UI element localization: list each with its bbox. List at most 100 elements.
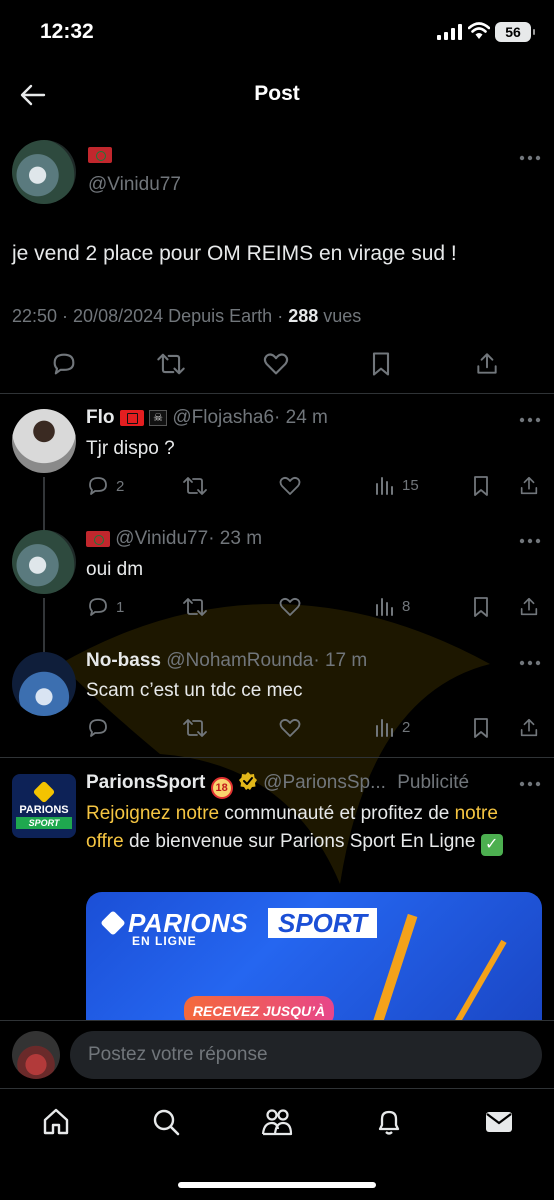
post-actions	[0, 350, 554, 390]
banner-subtitle: EN LIGNE	[132, 934, 197, 948]
views-count: 15	[402, 476, 419, 494]
repost-icon[interactable]	[182, 716, 208, 740]
ad-link[interactable]: Rejoignez notre	[86, 803, 219, 824]
share-icon[interactable]	[474, 350, 500, 378]
reply-handle[interactable]: @Vinidu77	[115, 528, 208, 549]
bookmark-icon[interactable]	[368, 350, 394, 378]
messages-icon[interactable]	[484, 1107, 514, 1137]
views-count: 288	[288, 306, 319, 326]
logo-text-bottom: SPORT	[16, 817, 72, 829]
share-icon[interactable]	[518, 716, 540, 740]
reply-time: · 23 m	[208, 528, 263, 549]
reply-avatar[interactable]	[12, 652, 76, 716]
reply-author-name[interactable]: No-bass	[86, 650, 161, 671]
like-icon[interactable]	[278, 595, 302, 619]
verified-badge-icon	[238, 771, 258, 791]
banner-cta: RECEVEZ JUSQU’À	[184, 996, 334, 1020]
author-avatar[interactable]	[12, 140, 76, 204]
top-header: Post	[0, 66, 554, 124]
reply-avatar[interactable]	[12, 409, 76, 473]
post-thread: @Vinidu77 je vend 2 place pour OM REIMS …	[0, 124, 554, 1020]
views-label: vues	[318, 306, 362, 326]
bookmark-icon[interactable]	[470, 474, 492, 498]
banner-diamond-icon	[100, 910, 126, 936]
home-icon[interactable]	[41, 1107, 71, 1137]
pirate-flag-icon: ☠	[149, 409, 168, 426]
reply-time: · 24 m	[274, 407, 328, 428]
author-handle[interactable]: @Vinidu77	[88, 174, 181, 196]
home-indicator	[178, 1182, 376, 1188]
reply-actions: 2	[86, 716, 546, 742]
views-icon[interactable]: 15	[374, 474, 419, 496]
ad-banner-image[interactable]: PARIONS SPORT EN LIGNE RECEVEZ JUSQU’À	[86, 892, 542, 1020]
like-icon[interactable]	[278, 716, 302, 740]
reply-icon[interactable]: 1	[86, 595, 124, 619]
advertiser-handle[interactable]: @ParionsSp...	[263, 772, 386, 793]
views-count: 8	[402, 597, 411, 615]
reply-text: Tjr dispo ?	[86, 438, 175, 459]
divider	[0, 393, 554, 394]
share-icon[interactable]	[518, 595, 540, 619]
ad-header: ParionsSport 18 @ParionsSp... Publicité	[86, 771, 469, 799]
ad-text-part: de bienvenue sur Parions Sport En Ligne	[123, 831, 481, 852]
share-icon[interactable]	[518, 474, 540, 498]
more-options-icon[interactable]	[518, 659, 542, 667]
reply-text: oui dm	[86, 559, 144, 580]
notifications-icon[interactable]	[374, 1107, 404, 1137]
reply-input[interactable]	[70, 1031, 542, 1079]
bookmark-icon[interactable]	[470, 716, 492, 740]
post-text: je vend 2 place pour OM REIMS en virage …	[12, 242, 457, 265]
status-time: 12:32	[40, 20, 94, 43]
like-icon[interactable]	[262, 350, 290, 378]
morocco-flag-icon	[86, 530, 110, 547]
reply-handle[interactable]: @NohamRounda	[166, 650, 313, 671]
reply-time: · 17 m	[313, 650, 368, 671]
communities-icon[interactable]	[261, 1107, 293, 1137]
advertiser-logo[interactable]: PARIONS SPORT	[12, 774, 76, 838]
reply-count: 1	[116, 598, 125, 616]
more-options-icon[interactable]	[518, 537, 542, 545]
repost-icon[interactable]	[182, 595, 208, 619]
author-name[interactable]	[88, 146, 112, 164]
like-icon[interactable]	[278, 474, 302, 498]
advertiser-name[interactable]: ParionsSport	[86, 772, 205, 793]
more-options-icon[interactable]	[518, 780, 542, 788]
signal-icon	[437, 24, 463, 40]
bookmark-icon[interactable]	[470, 595, 492, 619]
ad-text: Rejoignez notre communauté et profitez d…	[86, 800, 536, 856]
reply-header: Flo ☠ @Flojasha6· 24 m	[86, 407, 328, 429]
wifi-icon	[468, 22, 490, 40]
search-icon[interactable]	[151, 1107, 181, 1137]
reply-icon[interactable]: 2	[86, 474, 124, 498]
views-count: 2	[402, 718, 411, 736]
reply-avatar[interactable]	[12, 530, 76, 594]
reply-icon[interactable]	[86, 716, 116, 740]
divider	[0, 757, 554, 758]
reply-handle[interactable]: @Flojasha6	[172, 407, 274, 428]
banner-brand-box: SPORT	[268, 908, 378, 938]
more-options-icon[interactable]	[518, 154, 542, 162]
thread-line	[43, 477, 45, 532]
repost-icon[interactable]	[156, 350, 186, 378]
more-options-icon[interactable]	[518, 416, 542, 424]
status-bar: 12:32 56	[0, 0, 554, 66]
current-user-avatar[interactable]	[12, 1031, 60, 1079]
banner-decoration	[431, 939, 507, 1020]
post-meta: 22:50 · 20/08/2024 Depuis Earth · 288 vu…	[12, 306, 362, 326]
views-icon[interactable]: 2	[374, 716, 410, 738]
reply-icon[interactable]	[50, 350, 78, 378]
battery-indicator: 56	[495, 22, 535, 42]
post-timestamp: 22:50 · 20/08/2024 Depuis Earth	[12, 306, 273, 326]
reply-count: 2	[116, 477, 125, 495]
reply-header: @Vinidu77· 23 m	[86, 528, 262, 550]
ad-text-part: communauté et profitez de	[219, 803, 455, 824]
repost-icon[interactable]	[182, 474, 208, 498]
reply-actions: 1 8	[86, 595, 546, 621]
age-restriction-badge: 18	[210, 777, 233, 799]
logo-text-top: PARIONS	[19, 804, 69, 816]
thread-line	[43, 598, 45, 653]
check-mark-icon: ✓	[480, 834, 503, 856]
views-icon[interactable]: 8	[374, 595, 410, 617]
reply-author-name[interactable]: Flo	[86, 407, 115, 428]
page-title: Post	[254, 82, 300, 105]
